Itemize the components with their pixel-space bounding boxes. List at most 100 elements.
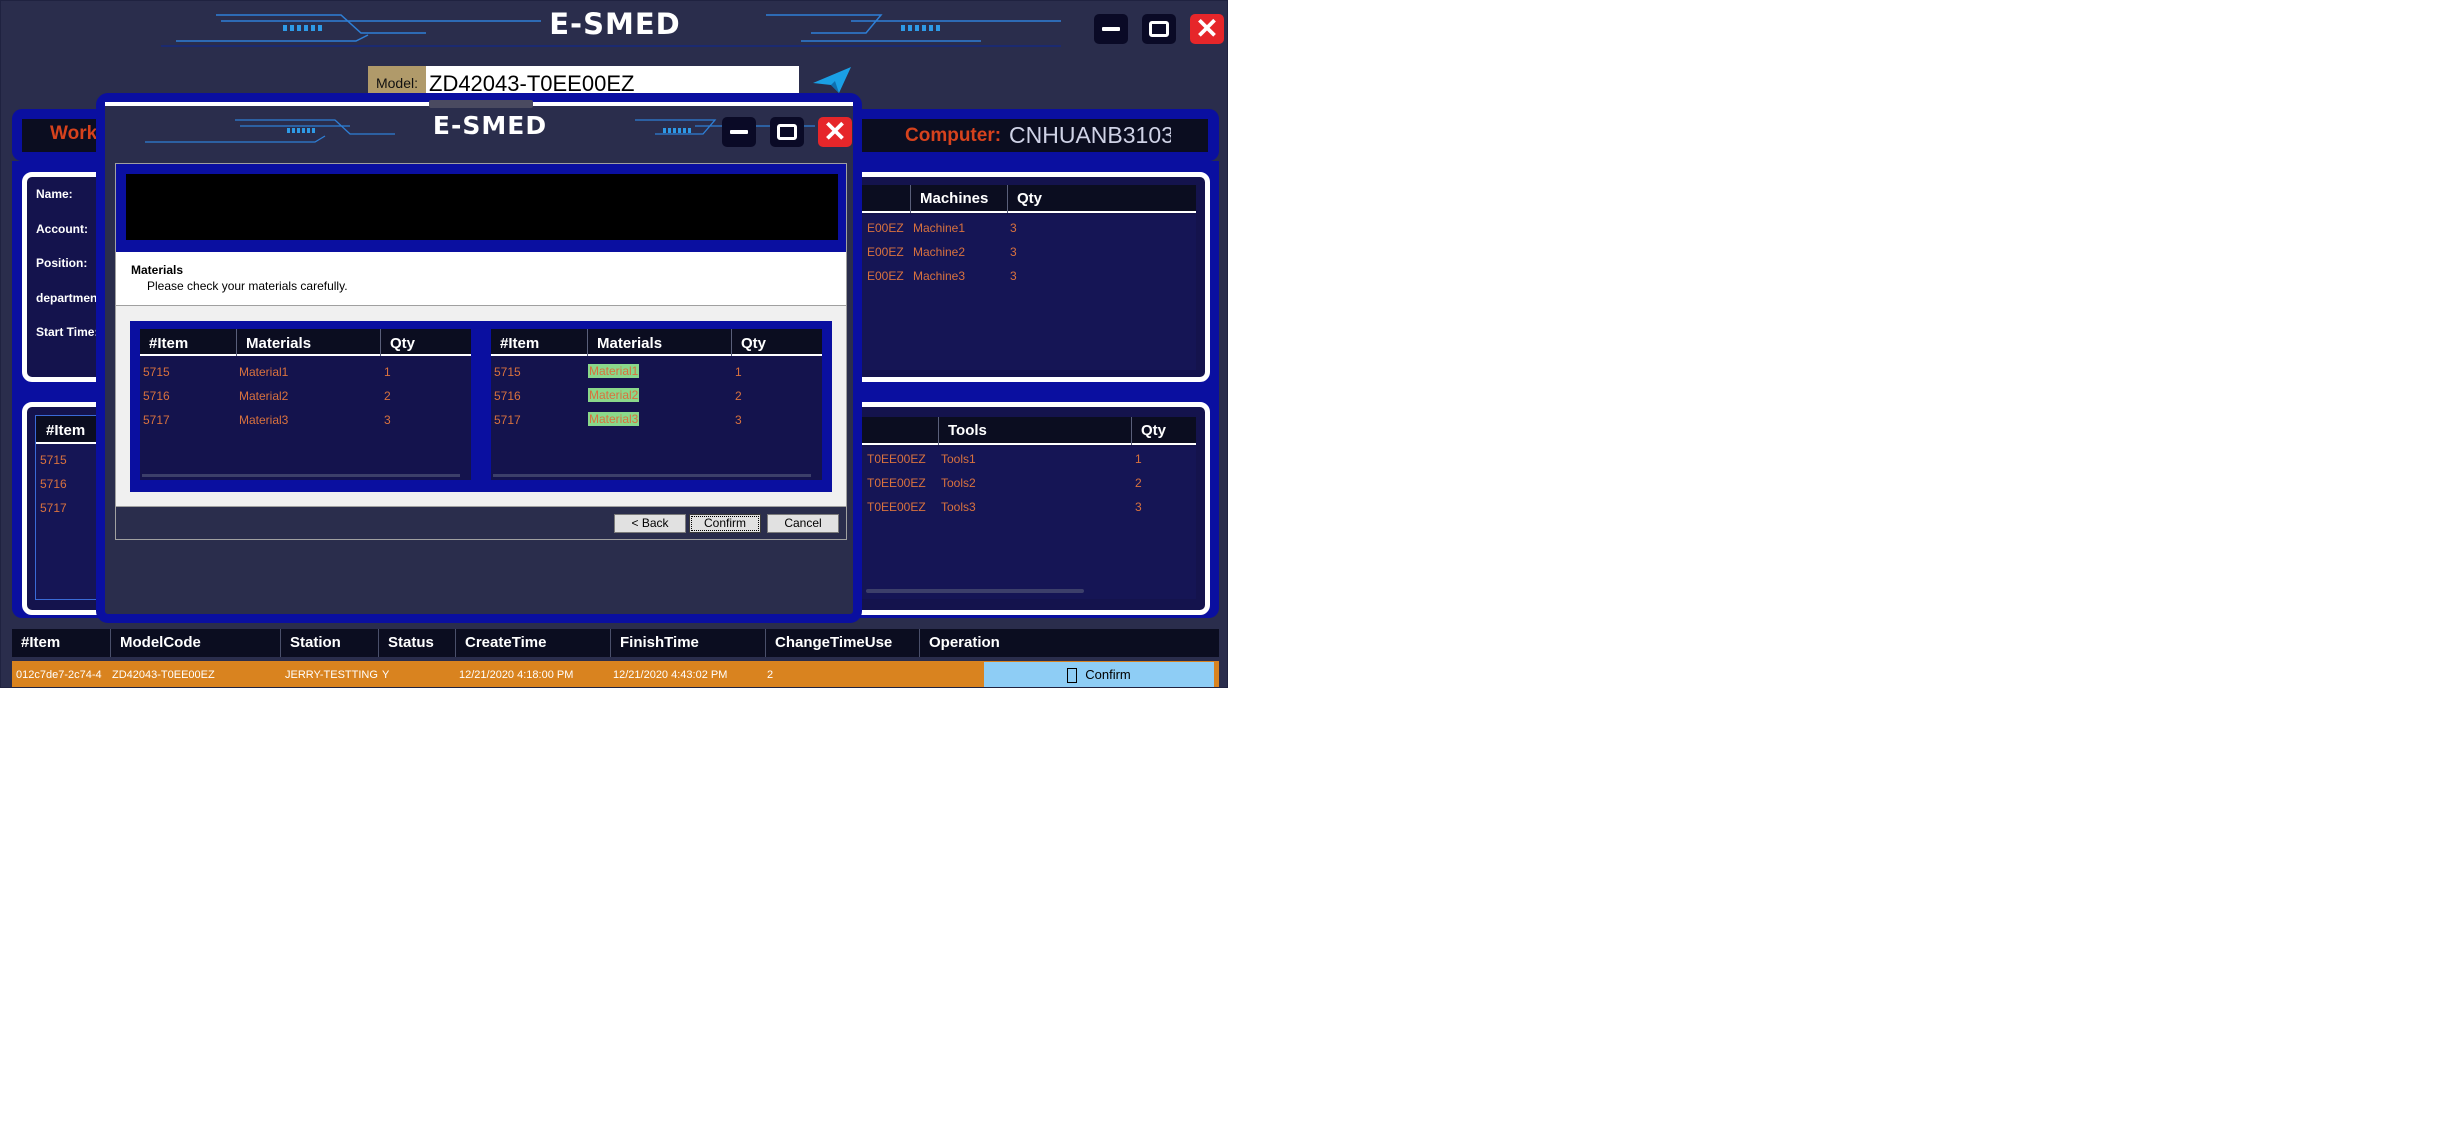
machine-qty: 3: [1010, 269, 1017, 283]
minimize-button[interactable]: [1094, 14, 1128, 44]
dialog-title: E-SMED: [432, 111, 548, 140]
machines-list: E00EZ Machine1 3 E00EZ Machine2 3 E00EZ …: [862, 215, 1196, 370]
item-col-header: #Item: [149, 335, 189, 352]
tools-col-header: Tools: [948, 422, 987, 439]
col-status: Status: [378, 629, 455, 657]
materials-panel: #Item Materials Qty 5715 Material1 1 571…: [130, 321, 832, 492]
row-confirm-button[interactable]: Confirm: [984, 662, 1214, 687]
row-item: 012c7de7-2c74-4: [16, 669, 102, 681]
materials-dialog: E-SMED ✕ Materials Please check your mat…: [96, 93, 862, 623]
row-model-code: ZD42043-T0EE00EZ: [112, 669, 215, 681]
machine-qty: 3: [1010, 221, 1017, 235]
material-qty: 1: [735, 365, 742, 379]
material-item: 5715: [494, 365, 521, 379]
right-scrollbar[interactable]: [493, 474, 811, 477]
col-station: Station: [280, 629, 378, 657]
back-button[interactable]: < Back: [614, 514, 686, 533]
maximize-icon: [777, 124, 797, 140]
cancel-button[interactable]: Cancel: [767, 514, 839, 533]
machines-header: Machines Qty: [862, 185, 1196, 213]
app-title: E-SMED: [549, 7, 681, 41]
tools-header: Tools Qty: [862, 417, 1196, 445]
material-name: Material2: [239, 389, 289, 403]
wizard-banner: [116, 164, 846, 252]
material-qty: 2: [384, 389, 391, 403]
computer-label: Computer:: [905, 125, 1002, 146]
qty-col-header: Qty: [741, 335, 767, 352]
wizard-footer: < Back Confirm Cancel: [116, 506, 846, 539]
department-label: department: [36, 291, 102, 305]
machine-model: E00EZ: [867, 245, 904, 259]
tools-item-id: 5715: [40, 453, 67, 467]
computer-value: CNHUANB3103: [1009, 122, 1171, 148]
row-status: Y: [382, 669, 390, 681]
row-confirm-label: Confirm: [1085, 667, 1131, 682]
col-operation: Operation: [919, 629, 1219, 657]
row-finish-time: 12/21/2020 4:43:02 PM: [613, 669, 728, 681]
row-create-time: 12/21/2020 4:18:00 PM: [459, 669, 574, 681]
tool-qty: 2: [1135, 476, 1142, 490]
tool-model: T0EE00EZ: [867, 452, 926, 466]
machine-name: Machine2: [913, 245, 966, 259]
qty-col-header: Qty: [1017, 190, 1043, 207]
material-qty: 1: [384, 365, 391, 379]
tools-item-id: 5716: [40, 477, 67, 491]
col-change-time-use: ChangeTimeUse: [765, 629, 919, 657]
tool-name: Tools1: [941, 452, 976, 466]
start-time-label: Start Time:: [36, 325, 99, 339]
material-name-highlighted[interactable]: Material1: [588, 364, 640, 378]
col-finish-time: FinishTime: [610, 629, 765, 657]
machine-name: Machine1: [913, 221, 966, 235]
col-item: #Item: [21, 634, 61, 651]
confirm-button[interactable]: Confirm: [689, 514, 761, 533]
col-model-code: ModelCode: [110, 629, 280, 657]
tools-list: T0EE00EZ Tools1 1 T0EE00EZ Tools2 2 T0EE…: [862, 447, 1196, 599]
machine-model: E00EZ: [867, 221, 904, 235]
qty-col-header: Qty: [390, 335, 416, 352]
tools-item-list: #Item 5715 5716 5717: [35, 415, 100, 600]
tool-model: T0EE00EZ: [867, 500, 926, 514]
tool-name: Tools3: [941, 500, 976, 514]
tools-scrollbar[interactable]: [866, 589, 1084, 593]
materials-col-header: Materials: [246, 335, 312, 352]
machine-model: E00EZ: [867, 269, 904, 283]
wizard-frame: Materials Please check your materials ca…: [115, 163, 847, 540]
dialog-minimize-button[interactable]: [722, 117, 756, 147]
machine-name: Machine3: [913, 269, 966, 283]
send-icon[interactable]: [811, 65, 853, 95]
tools-qty-header: Qty: [1141, 422, 1167, 439]
material-item: 5716: [494, 389, 521, 403]
material-name-highlighted[interactable]: Material2: [588, 388, 640, 402]
records-header: #Item ModelCode Station Status CreateTim…: [12, 629, 1219, 657]
dialog-close-button[interactable]: ✕: [818, 117, 852, 147]
section-subtitle: Please check your materials carefully.: [147, 279, 348, 293]
tool-name: Tools2: [941, 476, 976, 490]
confirm-glyph-icon: [1067, 668, 1078, 684]
wizard-header: Materials Please check your materials ca…: [116, 252, 846, 306]
machines-col-header: Machines: [920, 190, 989, 207]
tool-qty: 1: [1135, 452, 1142, 466]
material-name-highlighted[interactable]: Material3: [588, 412, 640, 426]
material-name: Material3: [239, 413, 289, 427]
dialog-maximize-button[interactable]: [770, 117, 804, 147]
materials-col-header: Materials: [597, 335, 663, 352]
material-name: Material1: [239, 365, 289, 379]
tool-qty: 3: [1135, 500, 1142, 514]
maximize-icon: [1149, 21, 1169, 37]
section-title: Materials: [131, 263, 184, 277]
close-icon: ✕: [823, 116, 847, 147]
material-qty: 3: [735, 413, 742, 427]
position-label: Position:: [36, 256, 88, 270]
tools-item-header: #Item: [46, 422, 86, 439]
left-scrollbar[interactable]: [142, 474, 460, 477]
material-qty: 2: [735, 389, 742, 403]
material-item: 5717: [143, 413, 170, 427]
maximize-button[interactable]: [1142, 14, 1176, 44]
row-change-time-use: 2: [767, 669, 774, 681]
row-station: JERRY-TESTTING: [285, 669, 378, 681]
work-label: Work: [50, 123, 98, 144]
name-label: Name:: [36, 187, 73, 201]
drag-handle[interactable]: [429, 100, 533, 108]
close-button[interactable]: ✕: [1190, 14, 1224, 44]
material-qty: 3: [384, 413, 391, 427]
